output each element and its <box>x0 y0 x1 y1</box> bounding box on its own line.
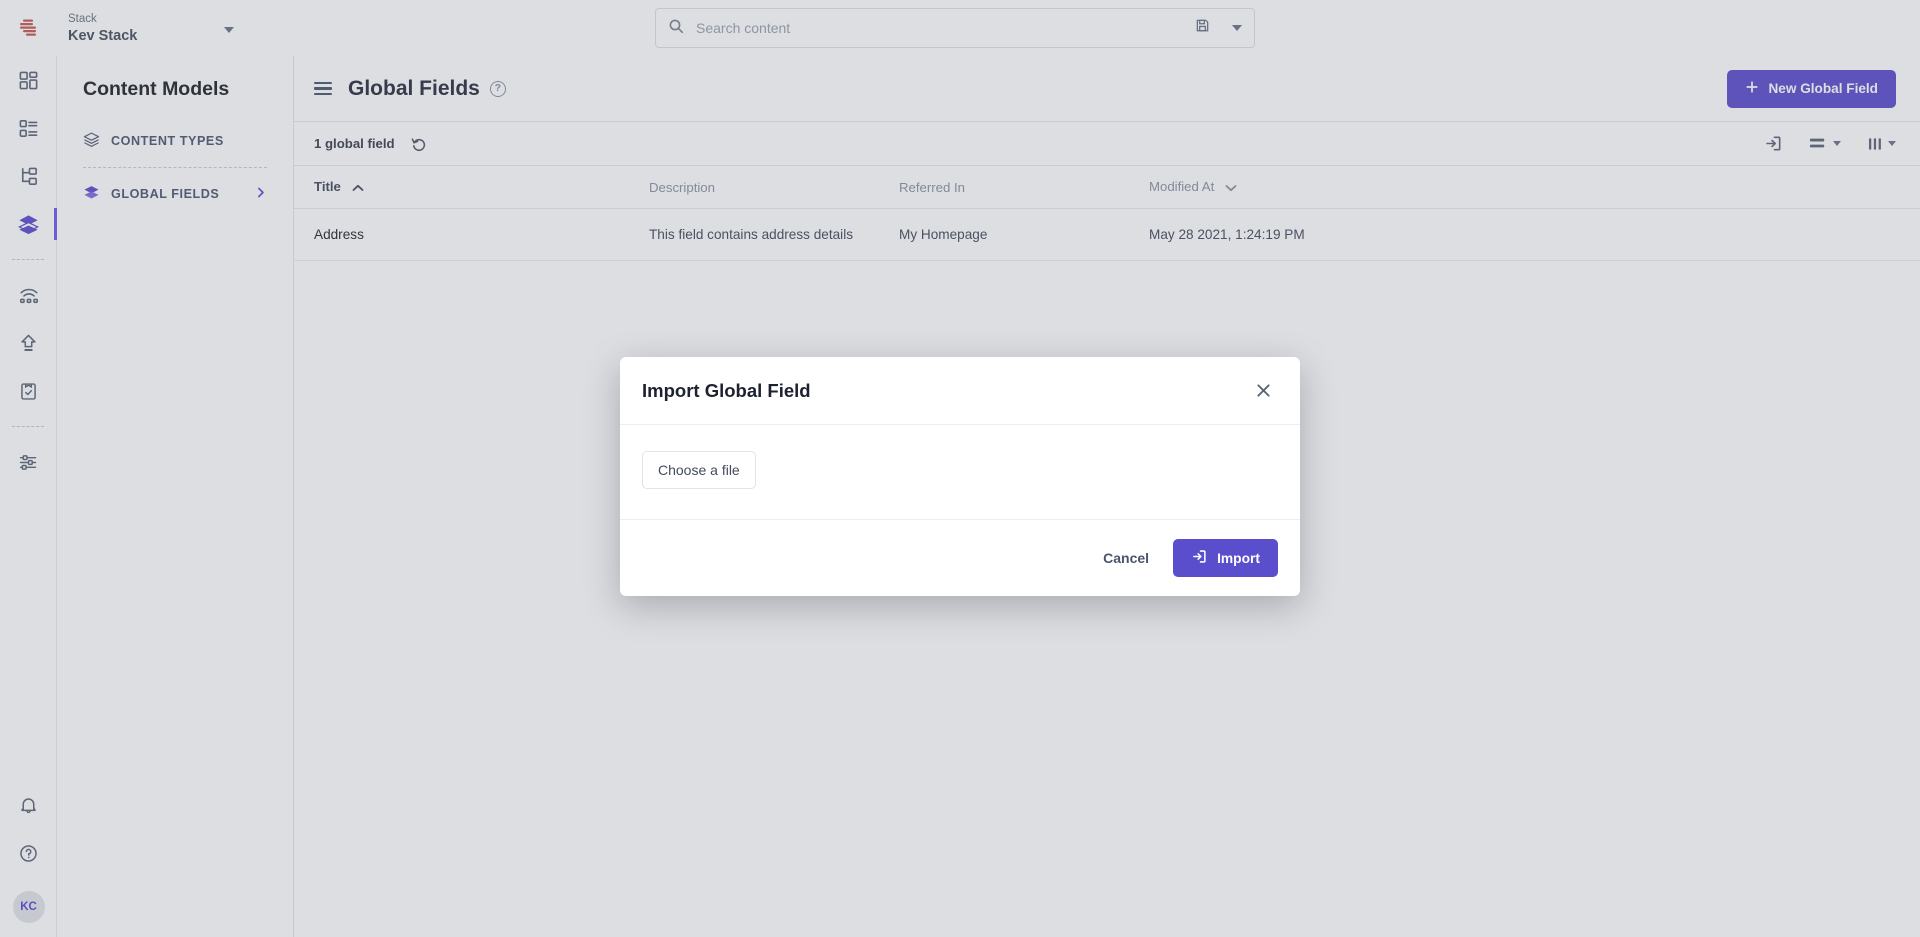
import-button[interactable]: Import <box>1173 539 1278 577</box>
import-label: Import <box>1217 550 1260 566</box>
modal-title: Import Global Field <box>642 379 811 401</box>
choose-file-button[interactable]: Choose a file <box>642 451 756 489</box>
modal-header: Import Global Field <box>620 357 1300 425</box>
import-arrow-into-box-icon <box>1191 548 1208 568</box>
modal-footer: Cancel Import <box>620 520 1300 596</box>
cancel-button[interactable]: Cancel <box>1103 550 1149 566</box>
import-global-field-modal: Import Global Field Choose a file Cancel… <box>620 357 1300 596</box>
modal-body: Choose a file <box>620 425 1300 520</box>
close-x-icon[interactable] <box>1249 376 1278 405</box>
